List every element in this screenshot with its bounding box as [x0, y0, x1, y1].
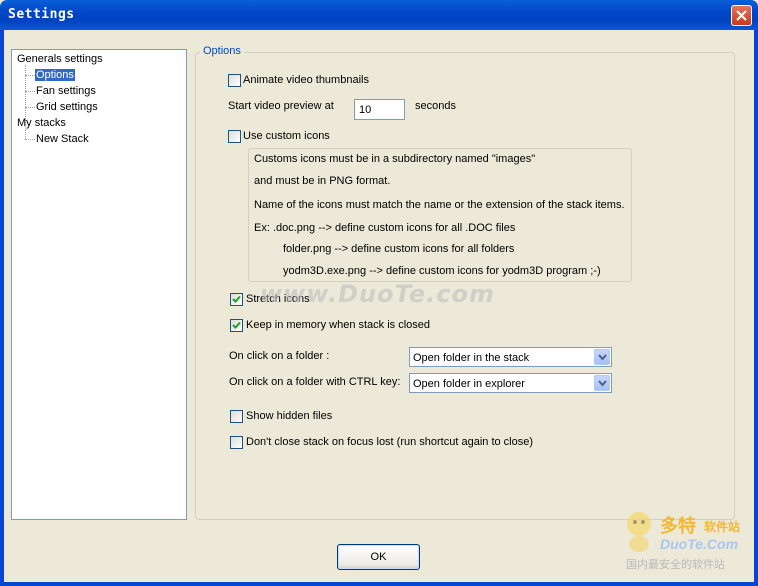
animate-thumbnails-checkbox[interactable]: [228, 74, 241, 87]
tree-item-fan-settings[interactable]: Fan settings: [36, 84, 96, 98]
settings-tree[interactable]: Generals settings Options Fan settings G…: [11, 49, 187, 520]
info-line: Name of the icons must match the name or…: [254, 199, 625, 211]
tree-item-label: Grid settings: [36, 101, 98, 113]
close-icon: [736, 10, 747, 21]
tree-item-label: Fan settings: [36, 85, 96, 97]
tree-item-label: Options: [35, 69, 75, 81]
info-line: and must be in PNG format.: [254, 175, 391, 187]
checkmark-icon: [232, 321, 241, 329]
tree-connector: [25, 91, 35, 92]
preview-seconds-input[interactable]: [354, 99, 405, 120]
logo-en-text: DuoTe.Com: [660, 536, 739, 552]
options-group-title: Options: [200, 45, 244, 57]
animate-thumbnails-label: Animate video thumbnails: [243, 74, 369, 86]
close-button[interactable]: [731, 5, 752, 26]
window-title: Settings: [8, 7, 75, 22]
tree-connector: [25, 107, 35, 108]
checkmark-icon: [232, 295, 241, 303]
tree-item-general-settings[interactable]: Generals settings: [17, 52, 103, 66]
chevron-down-icon: [598, 354, 607, 361]
logo-cn-text: 多特: [660, 516, 696, 536]
click-folder-value: Open folder in the stack: [413, 352, 530, 364]
show-hidden-label: Show hidden files: [246, 410, 333, 422]
watermark-text: www.DuoTe.com: [260, 280, 495, 308]
info-line: Ex: .doc.png --> define custom icons for…: [254, 222, 516, 234]
tree-connector: [25, 129, 26, 139]
tree-item-my-stacks[interactable]: My stacks: [17, 116, 66, 130]
preview-label: Start video preview at: [228, 100, 334, 112]
tree-item-options[interactable]: Options: [35, 68, 75, 82]
tree-item-new-stack[interactable]: New Stack: [36, 132, 89, 146]
tree-connector: [25, 75, 35, 76]
custom-icons-checkbox[interactable]: [228, 130, 241, 143]
chevron-down-icon: [598, 380, 607, 387]
click-folder-ctrl-label: On click on a folder with CTRL key:: [229, 376, 401, 388]
show-hidden-checkbox[interactable]: [230, 410, 243, 423]
dont-close-checkbox[interactable]: [230, 436, 243, 449]
click-folder-select[interactable]: Open folder in the stack: [409, 347, 612, 367]
tree-item-label: Generals settings: [17, 53, 103, 65]
tree-connector: [25, 139, 35, 140]
tree-item-label: New Stack: [36, 133, 89, 145]
tree-item-grid-settings[interactable]: Grid settings: [36, 100, 98, 114]
ok-button[interactable]: OK: [337, 544, 420, 570]
custom-icons-info-box: Customs icons must be in a subdirectory …: [248, 148, 632, 282]
click-folder-ctrl-select[interactable]: Open folder in explorer: [409, 373, 612, 393]
duote-logo: 多特 软件站 DuoTe.Com 国内最安全的软件站: [620, 508, 755, 574]
keep-memory-checkbox[interactable]: [230, 319, 243, 332]
click-folder-label: On click on a folder :: [229, 350, 330, 362]
click-folder-ctrl-value: Open folder in explorer: [413, 378, 525, 390]
stretch-icons-checkbox[interactable]: [230, 293, 243, 306]
title-bar: Settings: [0, 0, 758, 30]
dropdown-arrow-button[interactable]: [594, 349, 610, 365]
logo-tagline: 国内最安全的软件站: [626, 559, 725, 571]
preview-unit-label: seconds: [415, 100, 456, 112]
logo-cn-suffix: 软件站: [704, 520, 741, 534]
dont-close-label: Don't close stack on focus lost (run sho…: [246, 436, 534, 448]
info-line: Customs icons must be in a subdirectory …: [254, 153, 536, 165]
info-line: yodm3D.exe.png --> define custom icons f…: [283, 265, 601, 277]
dropdown-arrow-button[interactable]: [594, 375, 610, 391]
tree-item-label: My stacks: [17, 117, 66, 129]
info-line: folder.png --> define custom icons for a…: [283, 243, 515, 255]
mascot-icon: [627, 512, 651, 552]
custom-icons-label: Use custom icons: [243, 130, 330, 142]
keep-memory-label: Keep in memory when stack is closed: [246, 319, 431, 331]
